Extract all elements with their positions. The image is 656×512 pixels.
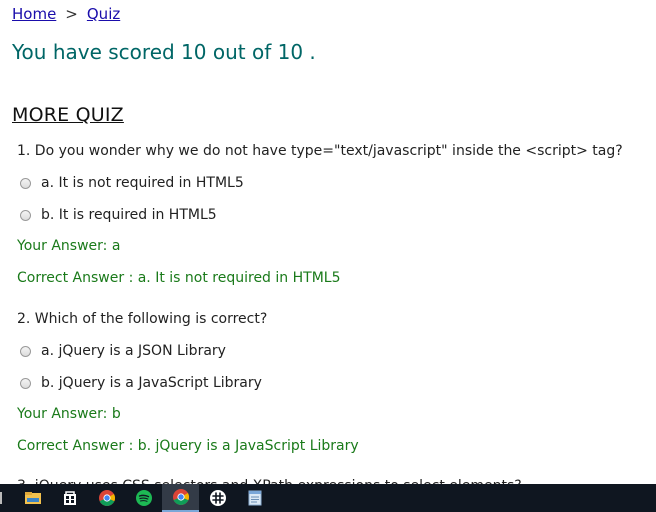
- option-label: a. jQuery is a JSON Library: [41, 343, 226, 359]
- radio-button[interactable]: [20, 209, 31, 221]
- spotify-icon: [135, 490, 152, 506]
- breadcrumb: Home > Quiz: [12, 5, 120, 23]
- taskbar-chrome-active[interactable]: [162, 484, 199, 512]
- slack-icon: [209, 490, 226, 506]
- radio-button[interactable]: [20, 177, 31, 189]
- question-2-option-b[interactable]: b. jQuery is a JavaScript Library: [20, 375, 262, 391]
- option-label: a. It is not required in HTML5: [41, 175, 244, 191]
- question-1-option-b[interactable]: b. It is required in HTML5: [20, 207, 217, 223]
- score-message: You have scored 10 out of 10 .: [12, 40, 316, 64]
- taskbar-notepad[interactable]: [236, 484, 273, 512]
- question-2-option-a[interactable]: a. jQuery is a JSON Library: [20, 343, 226, 359]
- breadcrumb-home-link[interactable]: Home: [12, 5, 56, 23]
- radio-button[interactable]: [20, 345, 31, 357]
- question-1-your-answer: Your Answer: a: [17, 238, 121, 254]
- taskbar-slack[interactable]: [199, 484, 236, 512]
- taskbar-file-explorer[interactable]: [14, 484, 51, 512]
- store-icon: [63, 491, 76, 505]
- file-explorer-icon: [24, 492, 41, 504]
- more-quiz-heading[interactable]: MORE QUIZ: [12, 104, 124, 126]
- question-1-text: 1. Do you wonder why we do not have type…: [17, 143, 623, 159]
- option-label: b. It is required in HTML5: [41, 207, 217, 223]
- question-1-option-a[interactable]: a. It is not required in HTML5: [20, 175, 244, 191]
- taskbar-spotify[interactable]: [125, 484, 162, 512]
- breadcrumb-separator: >: [65, 5, 78, 23]
- question-2-text: 2. Which of the following is correct?: [17, 311, 268, 327]
- taskbar-store[interactable]: [51, 484, 88, 512]
- question-2-your-answer: Your Answer: b: [17, 406, 121, 422]
- question-2-correct-answer: Correct Answer : b. jQuery is a JavaScri…: [17, 438, 359, 454]
- notepad-icon: [248, 490, 261, 506]
- start-edge[interactable]: [0, 484, 10, 512]
- radio-button[interactable]: [20, 377, 31, 389]
- option-label: b. jQuery is a JavaScript Library: [41, 375, 262, 391]
- question-1-correct-answer: Correct Answer : a. It is not required i…: [17, 270, 341, 286]
- breadcrumb-quiz-link[interactable]: Quiz: [87, 5, 120, 23]
- chrome-icon: [98, 490, 115, 507]
- chrome-active-icon: [172, 489, 189, 506]
- taskbar-chrome[interactable]: [88, 484, 125, 512]
- taskbar: [0, 484, 656, 512]
